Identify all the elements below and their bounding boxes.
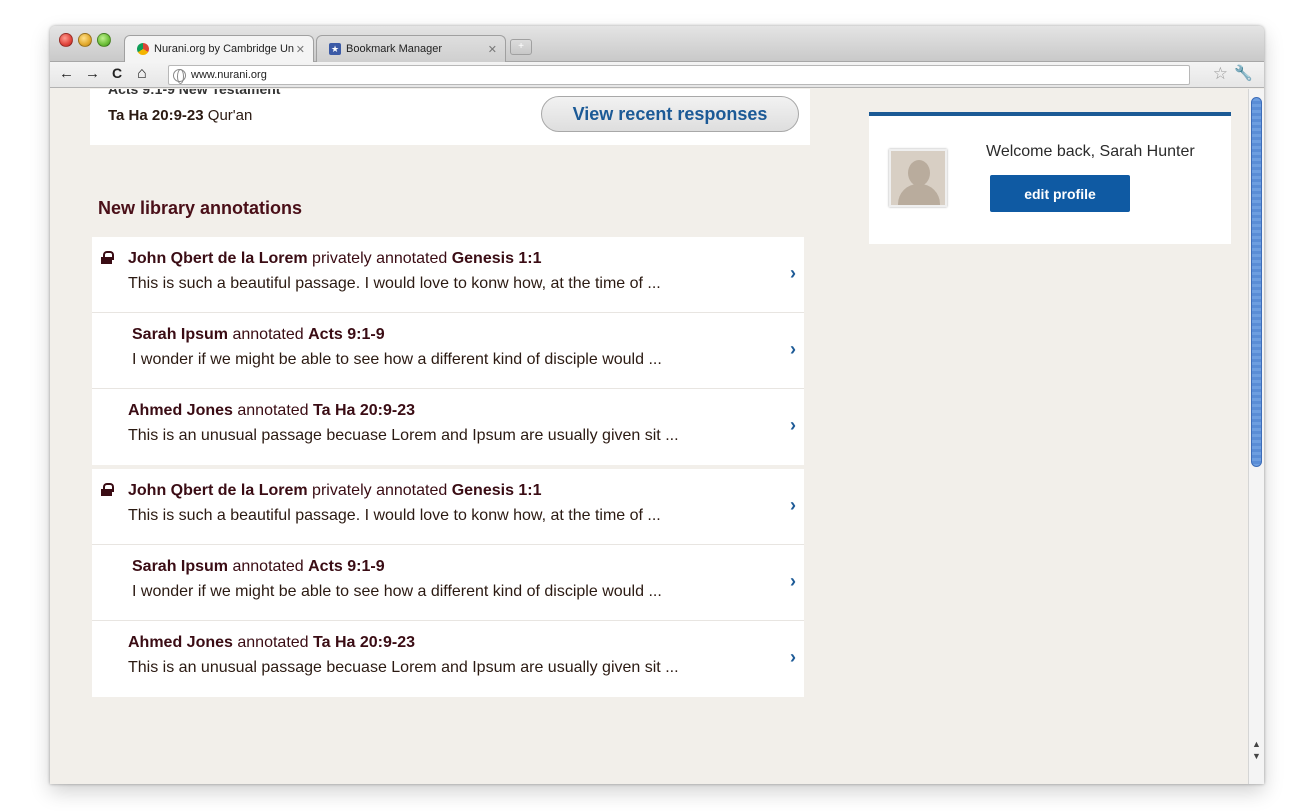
verse-book: Qur'an: [207, 107, 253, 124]
lock-icon: [101, 483, 114, 496]
url-text: www.nurani.org: [191, 69, 267, 81]
browser-window: Nurani.org by Cambridge Un ✕ ★ Bookmark …: [50, 26, 1264, 784]
close-tab-icon[interactable]: ✕: [488, 43, 497, 56]
close-tab-icon[interactable]: ✕: [296, 43, 305, 56]
list-item[interactable]: Ahmed Jones annotated Ta Ha 20:9-23 This…: [92, 389, 804, 465]
annotation-header: Sarah Ipsum annotated Acts 9:1-9: [132, 326, 385, 343]
new-tab-button[interactable]: +: [510, 39, 532, 55]
address-bar[interactable]: www.nurani.org: [168, 65, 1190, 85]
back-arrow-icon[interactable]: ←: [59, 65, 74, 82]
close-window-button[interactable]: [59, 33, 73, 47]
browser-toolbar: ← → C ⌂ www.nurani.org ☆ 🔧: [50, 62, 1264, 88]
lock-icon: [101, 251, 114, 264]
annotation-excerpt: I wonder if we might be able to see how …: [132, 351, 662, 368]
scroll-down-arrow-icon[interactable]: ▼: [1252, 751, 1261, 761]
chevron-right-icon[interactable]: ›: [790, 571, 796, 592]
annotation-excerpt: This is an unusual passage becuase Lorem…: [128, 427, 679, 444]
list-item[interactable]: John Qbert de la Lorem privately annotat…: [92, 469, 804, 545]
scroll-up-arrow-icon[interactable]: ▲: [1252, 739, 1261, 749]
annotation-group: John Qbert de la Lorem privately annotat…: [92, 237, 804, 465]
chevron-right-icon[interactable]: ›: [790, 415, 796, 436]
edit-profile-button[interactable]: edit profile: [990, 175, 1130, 212]
view-recent-responses-button[interactable]: View recent responses: [541, 96, 799, 132]
annotation-excerpt: I wonder if we might be able to see how …: [132, 583, 662, 600]
tab-bookmark-manager[interactable]: ★ Bookmark Manager ✕: [316, 35, 506, 62]
bookmark-star-icon[interactable]: ☆: [1213, 64, 1228, 84]
vertical-scrollbar[interactable]: ▲ ▼: [1248, 89, 1264, 784]
section-heading: New library annotations: [98, 198, 303, 218]
list-item[interactable]: Sarah Ipsum annotated Acts 9:1-9 I wonde…: [92, 545, 804, 621]
list-item[interactable]: Ahmed Jones annotated Ta Ha 20:9-23 This…: [92, 621, 804, 697]
chrome-favicon-icon: [137, 43, 149, 55]
list-item[interactable]: John Qbert de la Lorem privately annotat…: [92, 237, 804, 313]
tab-nurani[interactable]: Nurani.org by Cambridge Un ✕: [124, 35, 314, 62]
tab-title: Nurani.org by Cambridge Un: [154, 43, 295, 55]
verse-line-cutoff: Acts 9:1-9 New Testament: [108, 89, 281, 97]
avatar[interactable]: [889, 149, 947, 207]
chevron-right-icon[interactable]: ›: [790, 263, 796, 284]
verse-line[interactable]: Ta Ha 20:9-23 Qur'an: [108, 107, 252, 124]
chevron-right-icon[interactable]: ›: [790, 495, 796, 516]
chevron-right-icon[interactable]: ›: [790, 339, 796, 360]
chevron-right-icon[interactable]: ›: [790, 647, 796, 668]
annotation-header: John Qbert de la Lorem privately annotat…: [128, 482, 542, 499]
forward-arrow-icon[interactable]: →: [85, 65, 100, 82]
profile-card: Welcome back, Sarah Hunter edit profile: [869, 112, 1231, 244]
page-content: Acts 9:1-9 New Testament Ta Ha 20:9-23 Q…: [50, 89, 1248, 784]
globe-icon: [173, 69, 186, 84]
title-bar: Nurani.org by Cambridge Un ✕ ★ Bookmark …: [50, 26, 1264, 62]
tab-title: Bookmark Manager: [346, 43, 442, 55]
annotation-excerpt: This is such a beautiful passage. I woul…: [128, 275, 661, 292]
star-favicon-icon: ★: [329, 43, 341, 55]
welcome-message: Welcome back, Sarah Hunter: [986, 143, 1195, 160]
annotation-header: Ahmed Jones annotated Ta Ha 20:9-23: [128, 634, 415, 651]
annotation-header: Ahmed Jones annotated Ta Ha 20:9-23: [128, 402, 415, 419]
annotation-group: John Qbert de la Lorem privately annotat…: [92, 469, 804, 697]
minimize-window-button[interactable]: [78, 33, 92, 47]
recent-verses-card: Acts 9:1-9 New Testament Ta Ha 20:9-23 Q…: [90, 89, 810, 145]
zoom-window-button[interactable]: [97, 33, 111, 47]
home-icon[interactable]: ⌂: [137, 65, 147, 83]
verse-reference: Ta Ha 20:9-23: [108, 107, 204, 124]
annotation-excerpt: This is an unusual passage becuase Lorem…: [128, 659, 679, 676]
annotation-excerpt: This is such a beautiful passage. I woul…: [128, 507, 661, 524]
scrollbar-thumb[interactable]: [1251, 97, 1262, 467]
annotation-header: Sarah Ipsum annotated Acts 9:1-9: [132, 558, 385, 575]
wrench-icon[interactable]: 🔧: [1234, 64, 1253, 82]
list-item[interactable]: Sarah Ipsum annotated Acts 9:1-9 I wonde…: [92, 313, 804, 389]
reload-icon[interactable]: C: [112, 65, 122, 81]
annotation-header: John Qbert de la Lorem privately annotat…: [128, 250, 542, 267]
